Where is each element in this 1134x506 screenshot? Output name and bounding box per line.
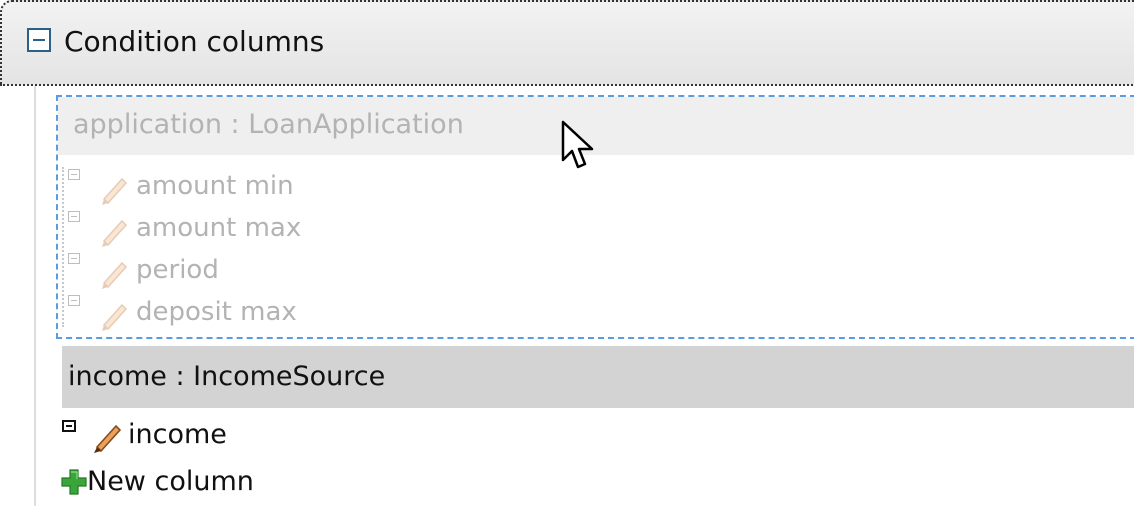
field-label: period bbox=[136, 255, 219, 285]
dragged-field-row[interactable]: amount min bbox=[68, 167, 668, 205]
pattern-header[interactable]: income : IncomeSource bbox=[62, 346, 1134, 408]
pencil-icon bbox=[102, 219, 128, 247]
dragged-field-row[interactable]: amount max bbox=[68, 209, 668, 247]
plus-icon bbox=[61, 469, 87, 495]
remove-box-icon[interactable] bbox=[68, 169, 80, 180]
section-header[interactable]: Condition columns bbox=[0, 0, 1134, 86]
collapse-minus-icon[interactable] bbox=[27, 28, 51, 52]
dragged-pattern-title: application : LoanApplication bbox=[73, 109, 464, 140]
dragged-field-row[interactable]: period bbox=[68, 251, 668, 289]
remove-box-icon[interactable] bbox=[62, 420, 76, 432]
new-column-label: New column bbox=[87, 466, 254, 497]
field-label: amount max bbox=[136, 213, 302, 243]
pencil-icon[interactable] bbox=[88, 420, 126, 456]
field-label: income bbox=[128, 419, 227, 450]
field-label: deposit max bbox=[136, 297, 297, 327]
new-column-button[interactable]: New column bbox=[60, 462, 360, 502]
dragged-pattern[interactable]: application : LoanApplication amount min… bbox=[56, 95, 1134, 339]
pencil-icon bbox=[102, 261, 128, 289]
remove-box-icon[interactable] bbox=[68, 211, 80, 222]
tree-dotted-line bbox=[62, 167, 64, 327]
condition-columns-panel: Condition columns application : LoanAppl… bbox=[0, 0, 1134, 506]
pencil-icon bbox=[102, 177, 128, 205]
remove-box-icon[interactable] bbox=[68, 253, 80, 264]
remove-box-icon[interactable] bbox=[68, 295, 80, 306]
pencil-icon bbox=[102, 303, 128, 331]
pattern-title: income : IncomeSource bbox=[68, 361, 386, 392]
field-row-income[interactable]: income bbox=[62, 416, 462, 456]
section-title: Condition columns bbox=[64, 25, 325, 58]
dragged-field-row[interactable]: deposit max bbox=[68, 293, 668, 331]
tree-guide-line bbox=[34, 86, 36, 506]
field-label: amount min bbox=[136, 171, 294, 201]
dragged-pattern-header[interactable]: application : LoanApplication bbox=[58, 97, 1134, 155]
